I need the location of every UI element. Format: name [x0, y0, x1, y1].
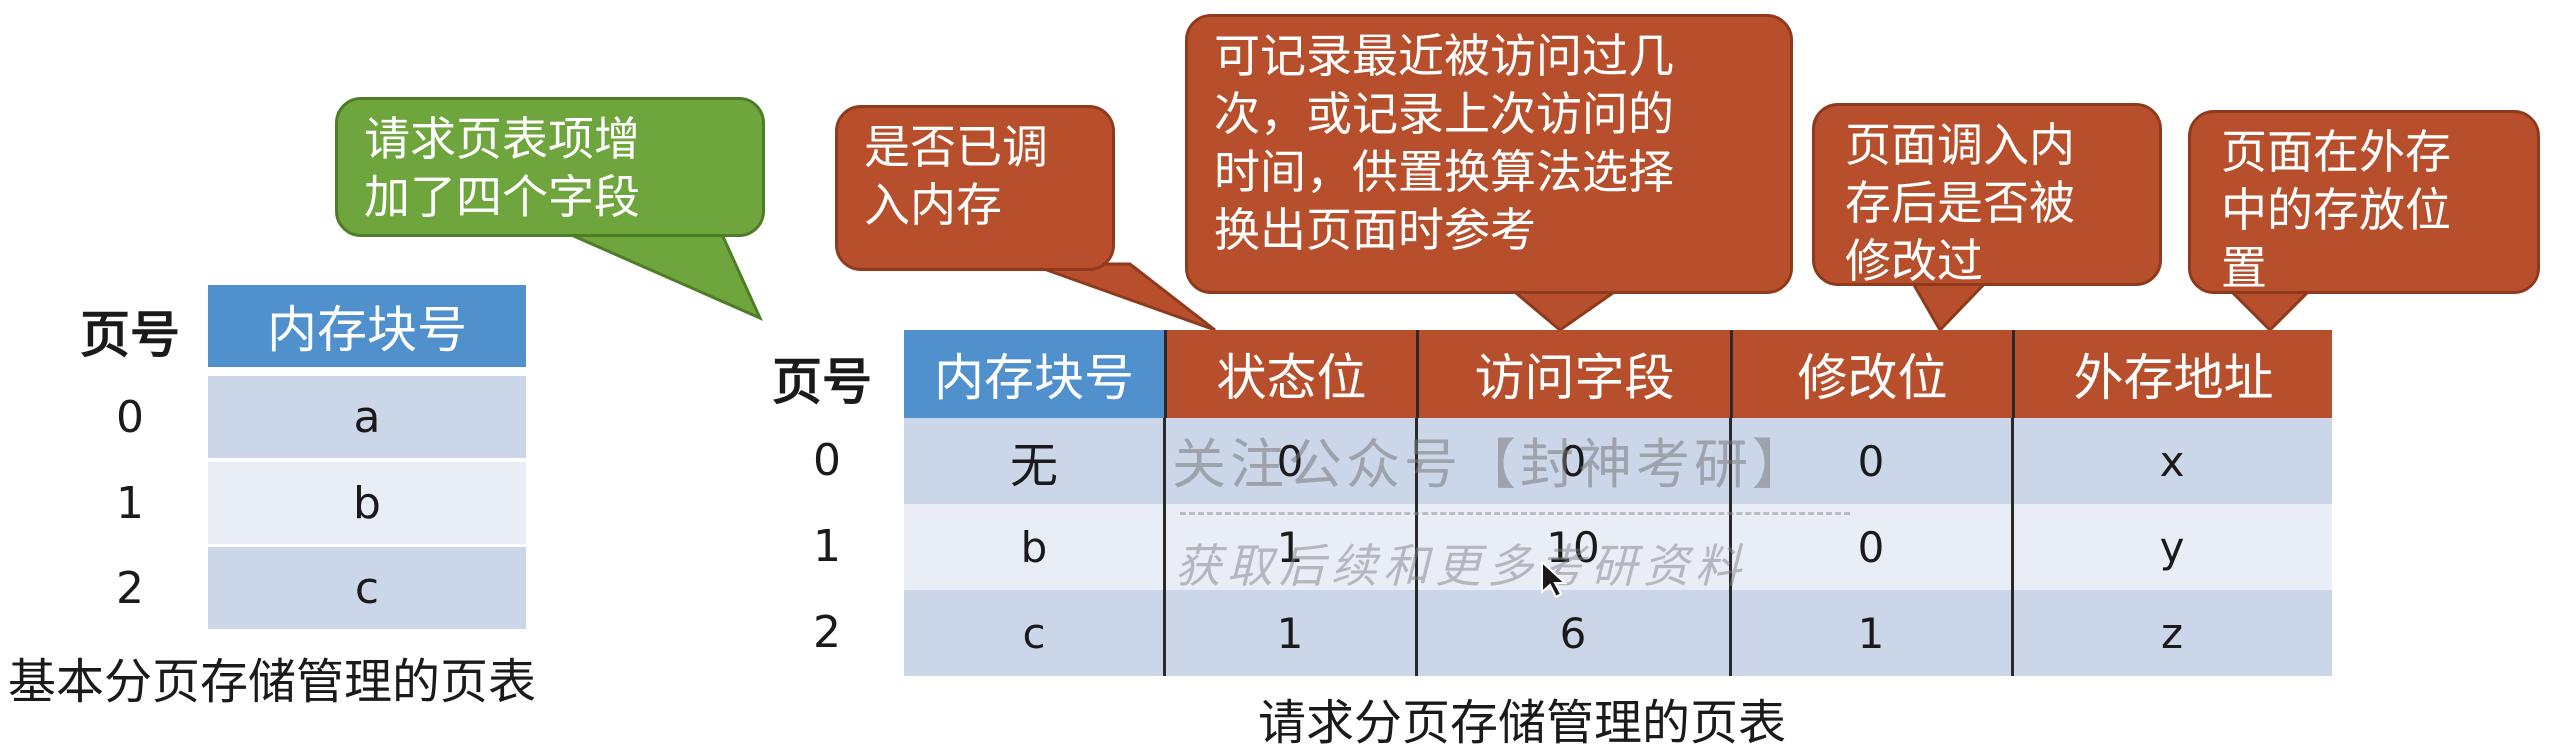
basic-page-no-1: 1 — [116, 478, 144, 529]
callout-line: 请求页表项增 — [364, 112, 640, 166]
basic-frame-1: b — [208, 462, 526, 544]
demand-col-divider — [2011, 418, 2014, 676]
callout-line: 次，或记录上次访问的 — [1214, 87, 1674, 141]
callout-line: 是否已调 — [864, 120, 1048, 174]
callout-line: 页面在外存 — [2221, 125, 2451, 179]
demand-cell-1-address: y — [2159, 522, 2185, 572]
demand-page-no-2: 2 — [813, 607, 841, 658]
callout-new-fields: 请求页表项增 加了四个字段 — [335, 97, 765, 237]
basic-page-no-2: 2 — [116, 563, 144, 614]
demand-page-no-header: 页号 — [772, 353, 872, 411]
watermark-divider — [1180, 512, 1850, 515]
callout-line: 可记录最近被访问过几 — [1214, 29, 1674, 83]
demand-cell-2-modify: 1 — [1857, 608, 1885, 658]
watermark-line-1: 关注公众号【封神考研】 — [1172, 433, 1810, 496]
basic-frame-header: 内存块号 — [208, 285, 526, 367]
demand-cell-0-frame: 无 — [1009, 438, 1058, 494]
access-callout-tail — [1505, 286, 1625, 332]
demand-col-address: 外存地址 — [2012, 330, 2332, 418]
demand-page-no-1: 1 — [813, 521, 841, 572]
callout-status-bit: 是否已调 入内存 — [835, 105, 1115, 271]
basic-page-no-header: 页号 — [80, 306, 180, 364]
demand-col-frame: 内存块号 — [904, 330, 1164, 418]
basic-frame-2: c — [208, 547, 526, 629]
demand-col-modify: 修改位 — [1730, 330, 2012, 418]
demand-cell-1-frame: b — [1020, 522, 1048, 572]
demand-cell-1-modify: 0 — [1857, 522, 1885, 572]
callout-access-field: 可记录最近被访问过几 次，或记录上次访问的 时间，供置换算法选择 换出页面时参考 — [1185, 14, 1793, 294]
callout-line: 页面调入内 — [1845, 118, 2075, 172]
demand-cell-2-status: 1 — [1276, 608, 1304, 658]
callout-external-address: 页面在外存 中的存放位 置 — [2188, 110, 2540, 295]
callout-line: 入内存 — [864, 178, 1002, 232]
demand-col-access: 访问字段 — [1416, 330, 1730, 418]
callout-line: 置 — [2221, 241, 2267, 295]
callout-line: 中的存放位 — [2221, 183, 2451, 237]
callout-line: 修改过 — [1845, 234, 1983, 288]
basic-table-caption: 基本分页存储管理的页表 — [8, 654, 537, 710]
callout-modify-bit: 页面调入内 存后是否被 修改过 — [1812, 103, 2162, 288]
callout-line: 时间，供置换算法选择 — [1214, 145, 1674, 199]
watermark-line-2: 获取后续和更多考研资料 — [1175, 539, 1747, 593]
mouse-cursor-icon — [1541, 560, 1568, 599]
demand-cell-2-frame: c — [1022, 608, 1046, 658]
green-callout-tail — [559, 228, 763, 321]
demand-cell-2-address: z — [2160, 608, 2184, 658]
basic-page-no-0: 0 — [116, 392, 144, 443]
demand-table-caption: 请求分页存储管理的页表 — [1258, 695, 1787, 751]
callout-line: 加了四个字段 — [364, 170, 640, 224]
demand-cell-2-access: 6 — [1559, 608, 1587, 658]
callout-line: 存后是否被 — [1845, 176, 2075, 230]
demand-col-divider — [1163, 418, 1166, 676]
callout-line: 换出页面时参考 — [1214, 203, 1536, 257]
basic-frame-0: a — [208, 376, 526, 458]
demand-page-no-0: 0 — [813, 435, 841, 486]
demand-col-status: 状态位 — [1164, 330, 1416, 418]
demand-cell-0-address: x — [2159, 436, 2185, 486]
